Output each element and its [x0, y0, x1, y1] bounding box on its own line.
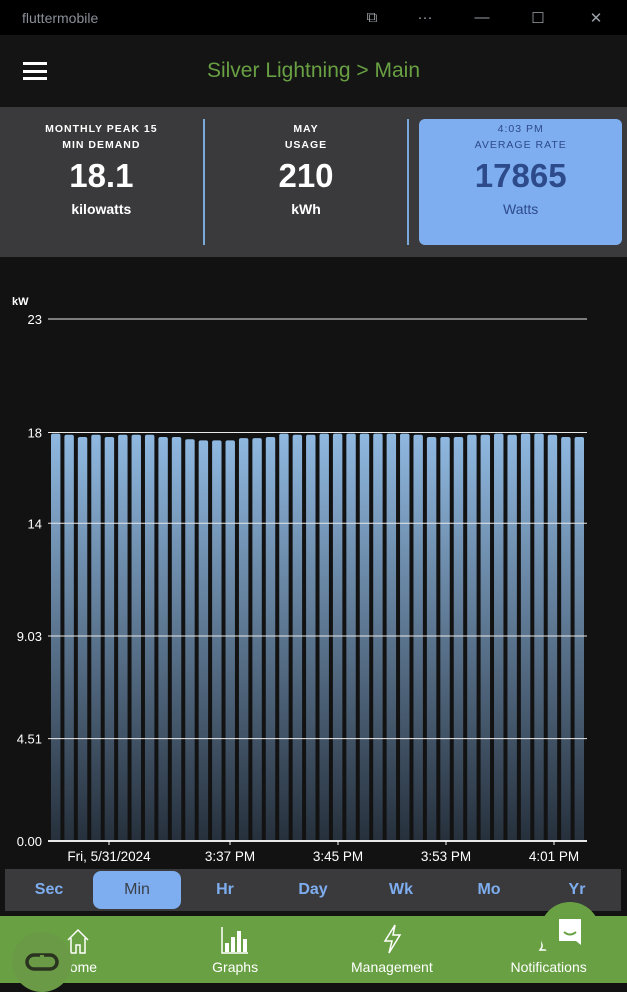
bar	[507, 434, 517, 841]
bar	[306, 434, 316, 841]
y-tick-label: 4.51	[17, 732, 42, 747]
lightning-icon	[383, 924, 402, 954]
bar	[225, 440, 235, 841]
bar	[171, 437, 182, 841]
bar	[292, 434, 303, 841]
bar-chart-icon	[221, 927, 249, 954]
page-title: Silver Lightning > Main	[206, 59, 421, 82]
window-title: fluttermobile	[22, 9, 99, 26]
bar	[520, 433, 531, 841]
bar	[467, 434, 477, 841]
nav-label: Graphs	[212, 959, 259, 975]
bar	[64, 434, 74, 841]
close-button[interactable]: ✕	[576, 0, 616, 35]
kw-bar-chart: kW 0.00 4.51 9.03 14 18 23 Fri, 5/31/2024 3:37 P…	[12, 296, 587, 864]
nav-management[interactable]: Management	[314, 916, 471, 983]
divider	[407, 119, 410, 245]
bar	[574, 437, 584, 841]
chat-icon	[559, 919, 581, 945]
bar	[131, 434, 141, 841]
bar	[332, 433, 343, 841]
stat-value: 17865	[474, 157, 567, 194]
bar	[359, 433, 370, 841]
stat-unit: Watts	[503, 201, 539, 217]
y-tick-label: 9.03	[17, 629, 42, 644]
peak-demand-stat: MONTHLY PEAK 15 MIN DEMAND 18.1 kilowatts	[0, 119, 203, 245]
cast-icon[interactable]: ⧉	[352, 0, 392, 35]
window-titlebar: fluttermobile ⧉ ··· — ☐ ✕	[0, 0, 627, 35]
y-tick-label: 14	[28, 516, 42, 531]
stat-label: MAY	[293, 123, 319, 135]
x-tick-label: 3:53 PM	[421, 849, 471, 864]
bar	[118, 434, 128, 841]
stat-value: 18.1	[69, 157, 134, 194]
range-day[interactable]: Day	[269, 871, 357, 909]
bar	[212, 440, 222, 841]
link-fab[interactable]	[12, 932, 72, 992]
bar	[480, 434, 491, 841]
bar	[426, 437, 437, 841]
bar	[77, 437, 88, 841]
bar	[400, 433, 410, 841]
bar	[561, 437, 571, 841]
bar	[252, 438, 262, 841]
range-min[interactable]: Min	[93, 871, 181, 909]
link-icon	[25, 953, 59, 971]
y-axis-label: kW	[12, 296, 29, 308]
stat-unit: kilowatts	[71, 201, 132, 217]
time-range-selector: Sec Min Hr Day Wk Mo Yr	[5, 869, 621, 911]
bar	[319, 433, 329, 841]
bar	[158, 437, 168, 841]
stat-label: AVERAGE RATE	[474, 139, 567, 151]
bar	[51, 433, 61, 841]
usage-stat: MAY USAGE 210 kWh	[205, 119, 408, 245]
app-bar: Silver Lightning > Main	[0, 35, 627, 107]
minimize-button[interactable]: —	[462, 0, 502, 35]
range-sec[interactable]: Sec	[5, 871, 93, 909]
bar	[413, 434, 423, 841]
bar	[386, 433, 397, 841]
range-mo[interactable]: Mo	[445, 871, 533, 909]
bar	[104, 437, 115, 841]
bar	[494, 433, 504, 841]
bar	[238, 438, 249, 841]
stat-label: MIN DEMAND	[62, 139, 141, 151]
y-tick-label: 0.00	[17, 834, 42, 849]
bar	[198, 440, 209, 841]
stat-value: 210	[278, 157, 334, 194]
chat-fab[interactable]	[540, 902, 600, 962]
bar	[440, 437, 450, 841]
bar	[91, 434, 101, 841]
nav-graphs[interactable]: Graphs	[157, 916, 314, 983]
stats-panel: MONTHLY PEAK 15 MIN DEMAND 18.1 kilowatts…	[0, 107, 627, 257]
range-hr[interactable]: Hr	[181, 871, 269, 909]
average-rate-stat[interactable]: 4:03 PM AVERAGE RATE 17865 Watts	[419, 119, 623, 245]
bar	[185, 439, 195, 841]
maximize-button[interactable]: ☐	[518, 0, 558, 35]
menu-icon[interactable]	[23, 62, 47, 80]
nav-label: Management	[351, 959, 433, 975]
bar	[265, 437, 276, 841]
more-icon[interactable]: ···	[405, 0, 445, 35]
stat-label: MONTHLY PEAK 15	[45, 123, 158, 135]
bar	[346, 433, 356, 841]
x-tick-label: 4:01 PM	[529, 849, 579, 864]
range-wk[interactable]: Wk	[357, 871, 445, 909]
bar	[453, 437, 464, 841]
bar	[279, 433, 289, 841]
bar	[144, 434, 155, 841]
x-tick-label: 3:45 PM	[313, 849, 363, 864]
stat-time: 4:03 PM	[497, 123, 544, 135]
x-tick-label: 3:37 PM	[205, 849, 255, 864]
x-tick-label: Fri, 5/31/2024	[67, 849, 151, 864]
bar	[534, 433, 544, 841]
stat-unit: kWh	[291, 201, 321, 217]
bottom-nav: Home Graphs Management Notifications	[0, 916, 627, 983]
bar	[373, 433, 383, 841]
y-tick-label: 23	[28, 312, 42, 327]
bar	[547, 434, 558, 841]
stat-label: USAGE	[284, 139, 328, 151]
y-tick-label: 18	[28, 425, 42, 440]
